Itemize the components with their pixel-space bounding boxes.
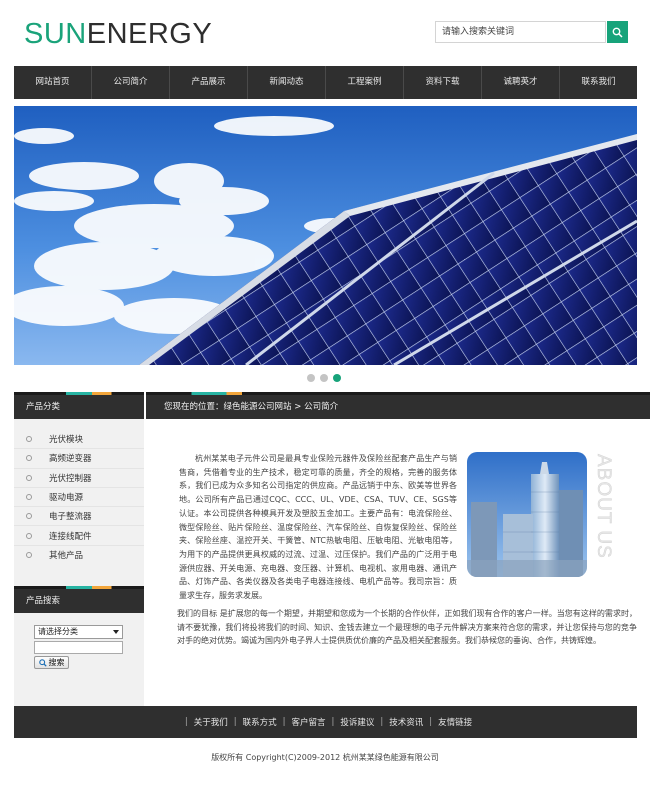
banner-dot-2[interactable]	[320, 374, 328, 382]
nav-cases[interactable]: 工程案例	[325, 66, 403, 99]
category-item[interactable]: 高频逆变器	[14, 449, 144, 469]
banner-dot-1[interactable]	[307, 374, 315, 382]
site-logo[interactable]: SUNENERGY	[24, 17, 212, 51]
skyscraper-image	[467, 452, 587, 577]
circle-bullet-icon	[26, 436, 32, 443]
footer-link-complaint[interactable]: 投诉建议	[340, 716, 374, 728]
footer-link-about[interactable]: 关于我们	[194, 716, 228, 728]
breadcrumb: 您现在的位置：绿色能源公司网站 > 公司简介	[146, 395, 650, 419]
footer-separator: |	[331, 717, 335, 727]
nav-about[interactable]: 公司简介	[91, 66, 169, 99]
product-search-button[interactable]: 搜索	[34, 656, 69, 669]
footer-separator: |	[282, 717, 286, 727]
category-item[interactable]: 驱动电源	[14, 488, 144, 508]
copyright-text: 版权所有 Copyright(C)2009-2012 杭州某某绿色能源有限公司	[211, 753, 439, 762]
nav-jobs[interactable]: 诚聘英才	[481, 66, 559, 99]
circle-bullet-icon	[26, 494, 32, 501]
footer-separator: |	[233, 717, 237, 727]
category-label: 电子整流器	[49, 512, 92, 523]
category-select-value: 请选择分类	[38, 627, 78, 636]
breadcrumb-prefix: 您现在的位置：	[164, 402, 224, 412]
keyword-input[interactable]	[34, 641, 123, 654]
about-content: 杭州某某电子元件公司是最具专业保险元器件及保险丝配套产品生产与销售商，凭借着专业…	[146, 419, 650, 706]
category-item[interactable]: 连接线配件	[14, 526, 144, 546]
breadcrumb-separator: >	[291, 402, 305, 412]
search-icon	[612, 27, 623, 38]
search-button-label: 搜索	[48, 658, 65, 667]
breadcrumb-site-link[interactable]: 绿色能源公司网站	[224, 402, 292, 412]
nav-contact[interactable]: 联系我们	[559, 66, 637, 99]
product-search-title: 产品搜索	[14, 589, 144, 613]
footer-link-contact[interactable]: 联系方式	[243, 716, 277, 728]
nav-products[interactable]: 产品展示	[169, 66, 247, 99]
about-paragraph-2: 我们的目标 是扩展您的每一个期望，并期望和您成为一个长期的合作伙伴，正如我们现有…	[177, 609, 637, 646]
banner-dots	[307, 374, 341, 382]
product-search-panel: 请选择分类 搜索	[14, 613, 144, 706]
category-label: 光伏模块	[49, 435, 84, 446]
category-label: 连接线配件	[49, 531, 92, 542]
footer-separator: |	[429, 717, 433, 727]
chevron-down-icon	[113, 630, 119, 634]
header-search-button[interactable]	[607, 21, 628, 43]
breadcrumb-current: 公司简介	[304, 402, 339, 412]
category-item[interactable]: 光伏模块	[14, 430, 144, 450]
logo-sun: SUN	[24, 18, 87, 50]
footer-separator: |	[380, 717, 384, 727]
banner-image	[14, 106, 637, 365]
category-label: 高频逆变器	[49, 454, 92, 465]
category-label: 其他产品	[49, 551, 84, 562]
circle-bullet-icon	[26, 474, 32, 481]
footer-links: | 关于我们 | 联系方式 | 客户留言 | 投诉建议 | 技术资讯 | 友情链…	[14, 706, 637, 738]
banner-dot-3[interactable]	[333, 374, 341, 382]
category-label: 驱动电源	[49, 493, 84, 504]
about-paragraph-1: 杭州某某电子元件公司是最具专业保险元器件及保险丝配套产品生产与销售商，凭借着专业…	[179, 454, 457, 601]
footer-link-tech[interactable]: 技术资讯	[389, 716, 423, 728]
about-us-vertical-text: ABOUT US	[592, 452, 614, 582]
category-item[interactable]: 其他产品	[14, 546, 144, 565]
footer-separator: |	[184, 717, 188, 727]
footer-link-friends[interactable]: 友情链接	[438, 716, 472, 728]
circle-bullet-icon	[26, 513, 32, 520]
product-category-title: 产品分类	[14, 395, 144, 419]
logo-energy: ENERGY	[86, 18, 213, 50]
footer-link-message[interactable]: 客户留言	[291, 716, 325, 728]
circle-bullet-icon	[26, 552, 32, 559]
search-icon	[38, 658, 47, 667]
nav-home[interactable]: 网站首页	[14, 66, 91, 99]
category-item[interactable]: 光伏控制器	[14, 469, 144, 488]
building-image	[467, 452, 587, 577]
product-category-list: 光伏模块 高频逆变器 光伏控制器 驱动电源 电子整流器 连接线配件 其他产品	[14, 419, 144, 586]
nav-downloads[interactable]: 资料下载	[403, 66, 481, 99]
category-select[interactable]: 请选择分类	[34, 625, 123, 639]
circle-bullet-icon	[26, 455, 32, 462]
header-search-input[interactable]: 请输入搜索关键词	[435, 21, 606, 43]
main-nav: 网站首页 公司简介 产品展示 新闻动态 工程案例 资料下载 诚聘英才 联系我们	[14, 66, 637, 99]
circle-bullet-icon	[26, 532, 32, 539]
about-us-vertical-label: ABOUT US	[593, 454, 614, 559]
nav-news[interactable]: 新闻动态	[247, 66, 325, 99]
category-item[interactable]: 电子整流器	[14, 507, 144, 527]
category-label: 光伏控制器	[49, 473, 92, 484]
solar-panel-image	[14, 106, 637, 365]
